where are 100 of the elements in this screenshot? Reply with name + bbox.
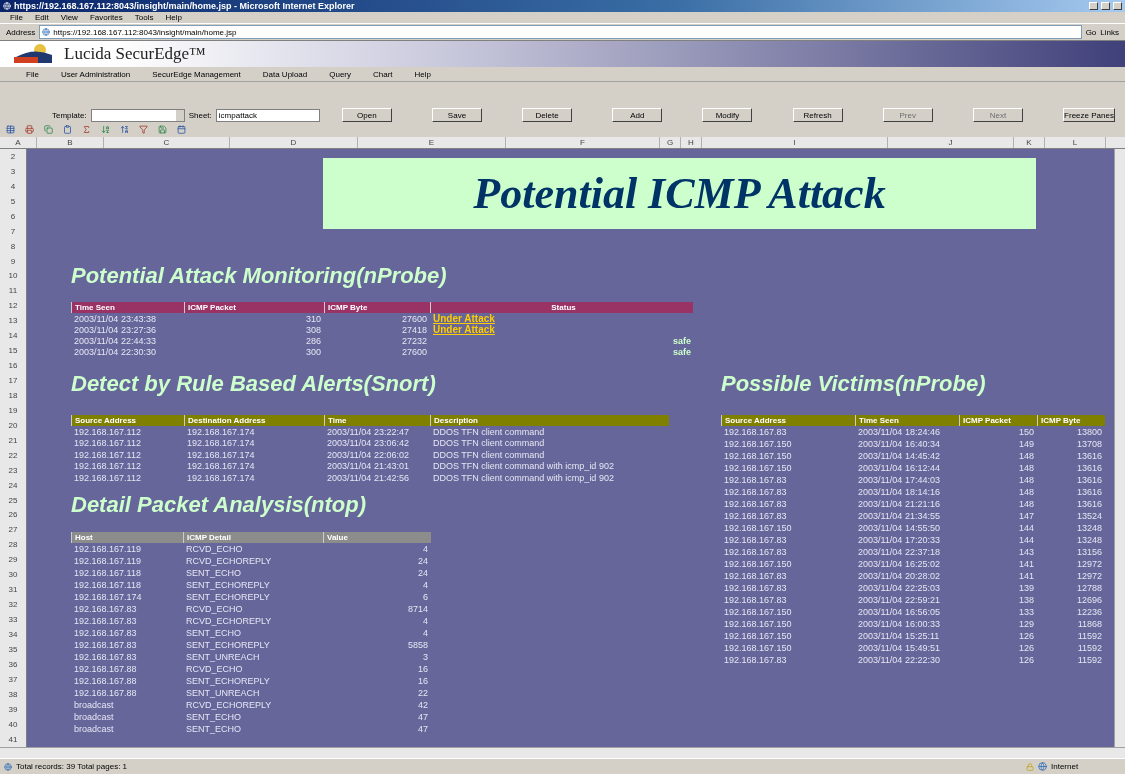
table-cell-text: SENT_ECHOREPLY [185,579,271,590]
menu-item[interactable]: View [60,13,78,22]
column-title: ICMP Byte [1037,415,1105,426]
column-title: Time Seen [71,302,184,313]
paste-icon[interactable] [63,125,72,134]
row-number: 2 [9,151,17,161]
table-cell-text: 2003/11/04 22:37:18 [857,547,941,557]
column-header: I [702,137,888,148]
toolbar-button[interactable]: Open [341,108,392,122]
row-number: 8 [9,241,17,251]
template-dropdown[interactable] [90,108,185,122]
toolbar-button[interactable]: Modify [702,108,753,122]
table-cell-text: 192.168.167.174 [186,426,256,437]
menu-item[interactable]: Query [329,69,352,79]
minimize-button[interactable] [1089,2,1098,10]
table-cell-text: 148 [1017,487,1035,497]
links-label[interactable]: Links [1100,27,1119,37]
table-cell-text: 2003/11/04 22:25:03 [857,583,941,593]
calendar-icon[interactable] [177,125,186,134]
column-header: B [37,137,104,148]
row-number: 26 [7,510,19,520]
section-heading: Detect by Rule Based Alerts(Snort) [71,371,437,397]
table-cell-text: 2003/11/04 16:00:33 [857,619,941,629]
table-cell-text: 147 [1017,511,1035,521]
toolbar-button[interactable]: Save [432,108,482,122]
table-cell-text: 192.168.167.150 [723,559,793,569]
sort-descending-icon[interactable] [120,125,129,134]
table-cell-text: 150 [1017,427,1035,437]
sheet-field[interactable]: icmpattack [215,108,320,122]
table-cell-text: 192.168.167.118 [73,579,142,590]
section-heading: Possible Victims(nProbe) [721,371,987,397]
table-cell-text: 144 [1017,535,1035,545]
table-cell-text: 138 [1017,595,1035,605]
column-title: ICMP Packet [959,415,1037,426]
table-cell-text: broadcast [73,711,115,722]
row-number: 19 [7,405,19,415]
row-number: 31 [7,585,19,595]
menu-item[interactable]: SecurEdge Management [152,69,241,79]
table-cell-text: DDOS TFN client command with icmp_id 902 [432,472,615,483]
row-number: 23 [7,465,19,475]
table-cell-text: 308 [304,324,322,335]
menu-item[interactable]: Help [165,13,182,22]
table-cell-text: 2003/11/04 14:55:50 [857,523,941,533]
column-title: Destination Address [184,415,324,426]
menu-item[interactable]: Favorites [89,13,123,22]
row-number: 33 [7,615,19,625]
row-number: 9 [9,256,17,266]
status-link[interactable]: Under Attack [430,313,693,324]
row-number: 29 [7,555,19,565]
save-icon[interactable] [158,125,167,134]
table-icon[interactable] [6,125,15,134]
menu-item[interactable]: File [26,69,39,79]
table-cell-text: 192.168.167.174 [186,449,256,460]
menu-item[interactable]: File [10,13,23,22]
table-cell-text: DDOS TFN client command with icmp_id 902 [432,461,615,472]
toolbar-button[interactable]: Freeze Panes [1063,108,1115,122]
menu-item[interactable]: Tools [134,13,154,22]
lock-icon [1026,762,1034,771]
sum-icon[interactable] [82,125,91,134]
column-title: ICMP Detail [183,531,323,543]
row-number: 10 [7,271,19,281]
column-header: J [888,137,1014,148]
row-number: 35 [7,644,19,654]
row-number: 14 [7,331,19,341]
template-label: Template: [52,110,87,120]
table-cell-text: 192.168.167.112 [73,426,142,437]
copy-icon[interactable] [44,125,53,134]
menu-item[interactable]: Help [414,69,432,79]
table-cell-text: 300 [304,346,322,357]
row-number: 22 [7,450,19,460]
table-cell-text: 192.168.167.150 [723,607,793,617]
page-icon [42,28,51,36]
filter-icon[interactable] [139,125,148,134]
table-cell-text: 192.168.167.150 [723,523,793,533]
table-cell-text: 2003/11/04 22:22:30 [857,655,941,665]
menu-item[interactable]: Chart [373,69,393,79]
menu-item[interactable]: Edit [34,13,49,22]
status-link[interactable]: Under Attack [430,324,693,335]
table-cell-text: 2003/11/04 18:24:46 [857,427,941,437]
table-cell-text: 2003/11/04 16:12:44 [857,463,941,473]
table-cell-text: 2003/11/04 23:22:47 [326,426,410,437]
menu-item[interactable]: Data Upload [262,69,308,79]
toolbar-button[interactable]: Delete [522,108,573,122]
row-number: 37 [7,674,19,684]
table-cell-text: 6 [422,591,429,602]
row-number: 11 [7,286,19,296]
row-number: 41 [7,734,19,744]
print-icon[interactable] [25,125,34,134]
menu-item[interactable]: User Administration [60,69,131,79]
table-cell-text: 143 [1017,547,1035,557]
toolbar-button[interactable]: Refresh [792,108,843,122]
table-cell-text: SENT_ECHO [185,711,242,722]
table-cell-text: 192.168.167.83 [723,535,788,545]
address-field[interactable]: https://192.168.167.112:8043/insight/main/home.jsp [39,25,1082,39]
toolbar-button[interactable]: Add [612,108,663,122]
table-cell-text: 192.168.167.83 [723,583,788,593]
sort-ascending-icon[interactable] [101,125,110,134]
close-button[interactable] [1113,2,1122,10]
go-button[interactable]: Go [1085,27,1097,37]
maximize-button[interactable] [1101,2,1110,10]
